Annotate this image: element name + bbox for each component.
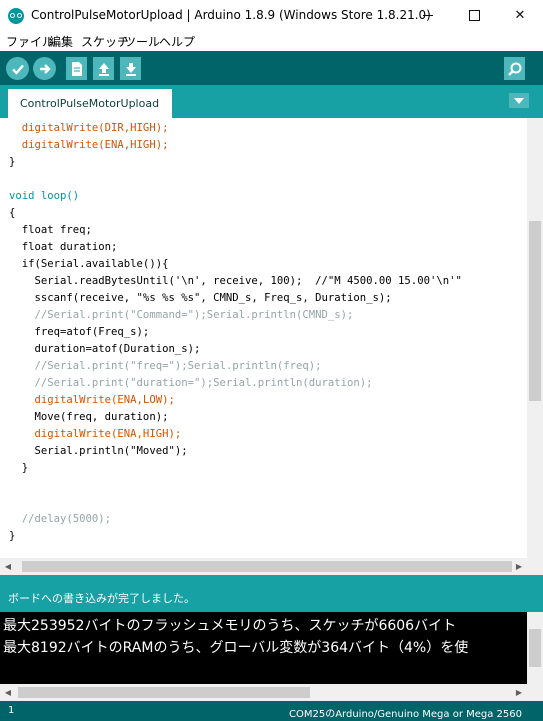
scrollbar-thumb[interactable] [529,221,541,401]
code-line-25: } [9,530,16,542]
console-horizontal-scrollbar[interactable]: ◀ ▶ [0,684,527,701]
code-line-21: } [9,462,29,474]
scrollbar-thumb[interactable] [529,629,541,667]
code-editor[interactable]: digitalWrite(DIR,HIGH); digitalWrite(ENA… [0,118,527,558]
arrow-right-icon [39,63,51,74]
code-line-2: digitalWrite(ENA,HIGH); [9,137,169,154]
window-title: ControlPulseMotorUpload | Arduino 1.8.9 … [31,8,431,22]
code-line-3: } [9,156,16,168]
tab-menu-button[interactable] [509,93,529,108]
code-line-8: float duration; [9,241,118,253]
menu-bar: ファイル 編集 スケッチ ツール ヘルプ [0,31,543,51]
maximize-button[interactable] [451,0,497,31]
menu-sketch[interactable]: スケッチ [81,33,129,50]
menu-help[interactable]: ヘルプ [159,33,195,50]
new-button[interactable] [66,57,87,80]
scrollbar-corner [527,684,543,701]
menu-edit[interactable]: 編集 [49,33,73,50]
tab-sketch[interactable]: ControlPulseMotorUpload [8,89,172,118]
code-line-18: Move(freq, duration); [9,411,169,423]
code-line-11: sscanf(receive, "%s %s %s", CMND_s, Freq… [9,292,392,304]
code-line-7: float freq; [9,224,92,236]
code-token: digitalWrite(ENA,HIGH); [9,139,169,151]
console-vertical-scrollbar[interactable] [527,612,543,684]
code-line-10: Serial.readBytesUntil('\n', receive, 100… [9,275,462,287]
open-button[interactable] [93,57,114,80]
upload-button[interactable] [33,57,56,80]
line-number: 1 [8,705,15,716]
code-line-6: { [9,207,16,219]
save-button[interactable] [120,57,141,80]
code-line-16: //Serial.print("duration=");Serial.print… [9,377,373,389]
console-output[interactable]: 最大253952バイトのフラッシュメモリのうち、スケッチが6606バイト 最大8… [0,612,527,684]
close-button[interactable]: ✕ [497,0,543,31]
scrollbar-thumb[interactable] [18,687,310,698]
tab-label: ControlPulseMotorUpload [20,97,160,110]
editor-vertical-scrollbar[interactable] [527,118,543,558]
code-line-1: digitalWrite(DIR,HIGH); [9,120,169,137]
footer-bar: 1 COM25のArduino/Genuino Mega or Mega 256… [0,701,543,721]
code-line-5: void loop() [9,190,80,202]
checkmark-icon [11,64,24,75]
board-info: COM25のArduino/Genuino Mega or Mega 2560 [289,709,522,720]
new-file-icon [71,61,82,76]
menu-tools[interactable]: ツール [124,33,160,50]
toolbar [0,51,543,85]
arrow-down-icon [125,62,136,76]
scroll-left-icon[interactable]: ◀ [0,558,16,575]
scroll-left-icon[interactable]: ◀ [0,684,16,701]
title-bar: ControlPulseMotorUpload | Arduino 1.8.9 … [0,0,543,31]
code-line-15: //Serial.print("freq=");Serial.println(f… [9,360,322,372]
code-line-17: digitalWrite(ENA,LOW); [9,394,175,406]
close-icon: ✕ [514,8,526,23]
code-line-24: //delay(5000); [9,513,112,525]
code-token: digitalWrite(DIR,HIGH); [9,122,169,134]
status-message: ボードへの書き込みが完了しました。 [8,592,195,605]
code-line-14: duration=atof(Duration_s); [9,343,201,355]
code-line-9: if(Serial.available()){ [9,258,169,270]
scroll-right-icon[interactable]: ▶ [511,558,527,575]
status-bar: ボードへの書き込みが完了しました。 [0,581,543,612]
code-line-20: Serial.println("Moved"); [9,445,188,457]
minimize-button[interactable] [405,0,451,31]
scroll-right-icon[interactable]: ▶ [511,684,527,701]
serial-monitor-button[interactable] [504,57,525,80]
editor-horizontal-scrollbar[interactable]: ◀ ▶ [0,558,527,575]
tab-strip: ControlPulseMotorUpload [0,85,543,118]
magnifier-icon [507,62,521,76]
code-line-12: //Serial.print("Command=");Serial.printl… [9,309,354,321]
verify-button[interactable] [6,57,29,80]
arrow-up-icon [98,62,109,76]
menu-file[interactable]: ファイル [6,33,54,50]
console-line: 最大8192バイトのRAMのうち、グローバル変数が364バイト（4%）を使 [3,640,469,656]
console-line: 最大253952バイトのフラッシュメモリのうち、スケッチが6606バイト [3,618,457,634]
scrollbar-corner [527,558,543,575]
scrollbar-thumb[interactable] [22,561,512,572]
chevron-down-icon [514,97,524,104]
minimize-icon [423,15,433,16]
code-line-13: freq=atof(Freq_s); [9,326,150,338]
arduino-logo-icon [8,8,24,24]
code-line-19: digitalWrite(ENA,HIGH); [9,428,182,440]
maximize-icon [468,10,480,21]
